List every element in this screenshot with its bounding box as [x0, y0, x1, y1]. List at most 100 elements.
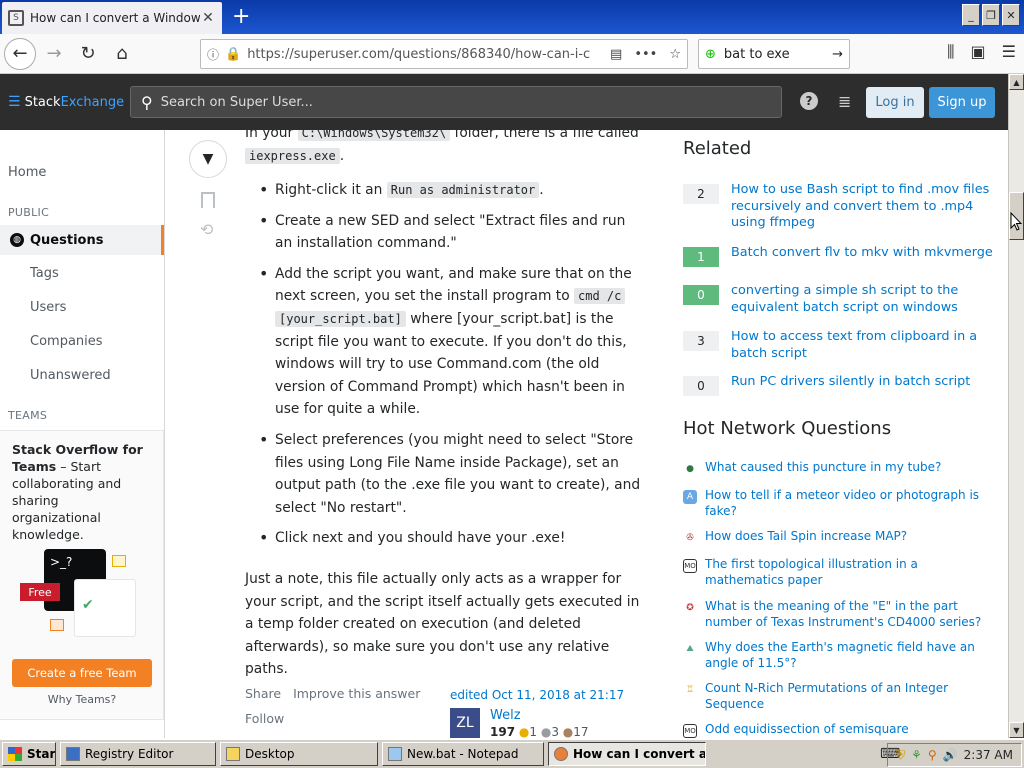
hot-question-item[interactable]: ✇ How does Tail Spin increase MAP?: [683, 529, 983, 545]
minimize-icon[interactable]: _: [962, 4, 980, 26]
related-item[interactable]: 1 Batch convert flv to mkv with mkvmerge: [683, 245, 993, 267]
related-item[interactable]: 2 How to use Bash script to find .mov fi…: [683, 182, 993, 232]
aviation-site-icon: ✇: [686, 533, 694, 543]
globe-icon: ◍: [10, 233, 24, 247]
hot-question-item[interactable]: ● What caused this puncture in my tube?: [683, 460, 983, 476]
bronze-badge-icon: ●: [562, 725, 574, 738]
stackexchange-logo-icon: ☰: [8, 94, 21, 110]
scroll-down-icon[interactable]: ▼: [1009, 722, 1024, 738]
taskbar-firefox[interactable]: How can I convert a ...: [548, 742, 706, 766]
hot-question-item[interactable]: MO Odd equidissection of semisquare: [683, 722, 983, 738]
info-icon[interactable]: ⓘ: [207, 46, 225, 63]
nav-unanswered[interactable]: Unanswered: [30, 368, 111, 383]
hot-question-link[interactable]: What caused this puncture in my tube?: [705, 460, 941, 476]
create-team-button[interactable]: Create a free Team: [12, 659, 152, 687]
url-text[interactable]: https://superuser.com/questions/868340/h…: [247, 47, 610, 62]
folder-icon: [226, 747, 240, 761]
reader-view-icon[interactable]: ▤: [610, 47, 622, 62]
login-button[interactable]: Log in: [866, 87, 924, 118]
close-window-icon[interactable]: ✕: [1002, 4, 1020, 26]
hot-question-link[interactable]: How does Tail Spin increase MAP?: [705, 529, 907, 545]
nav-home[interactable]: Home: [8, 165, 46, 180]
bookmark-star-icon[interactable]: ☆: [669, 47, 681, 62]
edited-timestamp[interactable]: edited Oct 11, 2018 at 21:17: [450, 688, 624, 702]
nav-tags[interactable]: Tags: [30, 266, 59, 281]
list-item: Select preferences (you might need to se…: [245, 429, 645, 519]
why-teams-link[interactable]: Why Teams?: [0, 693, 164, 706]
taskbar-registry-editor[interactable]: Registry Editor: [60, 742, 216, 766]
search-engine-icon[interactable]: ⊕: [705, 47, 716, 62]
related-link[interactable]: How to use Bash script to find .mov file…: [731, 182, 993, 232]
restore-icon[interactable]: ❐: [982, 4, 1000, 26]
related-item[interactable]: 0 Run PC drivers silently in batch scrip…: [683, 374, 993, 396]
page-scrollbar[interactable]: ▲ ▼: [1008, 74, 1024, 738]
network-icon[interactable]: ⚘: [911, 748, 922, 762]
hot-question-link[interactable]: Count N-Rich Permutations of an Integer …: [705, 681, 983, 712]
hot-question-item[interactable]: MO The first topological illustration in…: [683, 557, 983, 588]
stackexchange-logo[interactable]: ☰ Stack Exchange: [8, 94, 124, 110]
downvote-button[interactable]: ▼: [189, 140, 227, 178]
browser-tab[interactable]: S How can I convert a Windows batch ✕: [2, 2, 222, 34]
hot-question-link[interactable]: Why does the Earth's magnetic field have…: [705, 640, 983, 671]
related-link[interactable]: How to access text from clipboard in a b…: [731, 329, 993, 362]
chat-bubble-icon: [112, 555, 126, 567]
taskbar-notepad[interactable]: New.bat - Notepad: [382, 742, 544, 766]
search-query[interactable]: bat to exe: [724, 47, 832, 62]
clock[interactable]: 2:37 AM: [964, 748, 1013, 762]
library-icon[interactable]: ⫼: [947, 42, 954, 62]
hot-question-link[interactable]: The first topological illustration in a …: [705, 557, 983, 588]
hot-question-item[interactable]: ✪ What is the meaning of the "E" in the …: [683, 599, 983, 630]
home-icon[interactable]: ⌂: [106, 38, 138, 70]
nav-companies[interactable]: Companies: [30, 334, 103, 349]
url-bar[interactable]: ⓘ 🔒 https://superuser.com/questions/8683…: [200, 39, 688, 69]
hot-question-link[interactable]: What is the meaning of the "E" in the pa…: [705, 599, 983, 630]
hot-question-item[interactable]: ⛰ Why does the Earth's magnetic field ha…: [683, 640, 983, 671]
related-link[interactable]: Run PC drivers silently in batch script: [731, 374, 970, 396]
answer-column: ▼ ⟲ In your C:\Windows\System32\ folder,…: [165, 130, 665, 738]
close-tab-icon[interactable]: ✕: [200, 10, 216, 26]
forward-arrow-icon[interactable]: →: [38, 38, 70, 70]
window-controls: _ ❐ ✕: [962, 4, 1020, 26]
answer-intro: In your C:\Windows\System32\ folder, the…: [245, 130, 645, 167]
help-icon[interactable]: ?: [800, 92, 818, 110]
new-tab-icon[interactable]: +: [232, 4, 250, 29]
hot-question-item[interactable]: ♖ Count N-Rich Permutations of an Intege…: [683, 681, 983, 712]
site-search-input[interactable]: ⚲ Search on Super User...: [130, 86, 782, 118]
related-link[interactable]: Batch convert flv to mkv with mkvmerge: [731, 245, 993, 267]
related-item[interactable]: 3 How to access text from clipboard in a…: [683, 329, 993, 362]
reload-icon[interactable]: ↻: [72, 38, 104, 70]
related-link[interactable]: converting a simple sh script to the equ…: [731, 283, 993, 316]
start-button[interactable]: Start: [2, 742, 56, 766]
go-arrow-icon[interactable]: →: [832, 47, 843, 62]
taskbar-desktop[interactable]: Desktop: [220, 742, 378, 766]
menu-icon[interactable]: ☰: [1002, 42, 1016, 62]
share-link[interactable]: Share: [245, 686, 281, 701]
avatar[interactable]: ZL: [450, 708, 480, 738]
volume-icon[interactable]: 🔊: [943, 748, 958, 762]
sidebar-icon[interactable]: ▣: [971, 42, 986, 62]
hot-question-link[interactable]: How to tell if a meteor video or photogr…: [705, 488, 983, 519]
search-tray-icon[interactable]: ⚲: [928, 748, 937, 762]
signup-button[interactable]: Sign up: [929, 87, 995, 118]
history-icon[interactable]: ⟲: [200, 220, 213, 239]
back-arrow-icon[interactable]: ←: [4, 37, 36, 70]
nav-users[interactable]: Users: [30, 300, 66, 315]
scroll-up-icon[interactable]: ▲: [1009, 74, 1024, 90]
astronomy-site-icon: A: [683, 490, 697, 504]
codegolf-site-icon: ♖: [685, 685, 695, 695]
user-name[interactable]: Welz: [490, 708, 589, 723]
nav-questions[interactable]: ◍ Questions: [0, 225, 164, 255]
shield-icon[interactable]: ⛨: [896, 748, 905, 763]
follow-link[interactable]: Follow: [245, 711, 284, 726]
firefox-icon: [554, 747, 568, 761]
bookmark-icon[interactable]: [201, 192, 215, 208]
page-actions-icon[interactable]: •••: [634, 47, 657, 62]
improve-answer-link[interactable]: Improve this answer: [293, 686, 420, 701]
related-item[interactable]: 0 converting a simple sh script to the e…: [683, 283, 993, 316]
right-sidebar: Related 2 How to use Bash script to find…: [683, 130, 1005, 738]
hot-question-link[interactable]: Odd equidissection of semisquare: [705, 722, 909, 738]
hot-question-item[interactable]: A How to tell if a meteor video or photo…: [683, 488, 983, 519]
intro-code-file: iexpress.exe: [245, 147, 340, 164]
site-switcher-icon[interactable]: ≣: [838, 92, 851, 111]
browser-search-bar[interactable]: ⊕ bat to exe →: [698, 39, 850, 69]
